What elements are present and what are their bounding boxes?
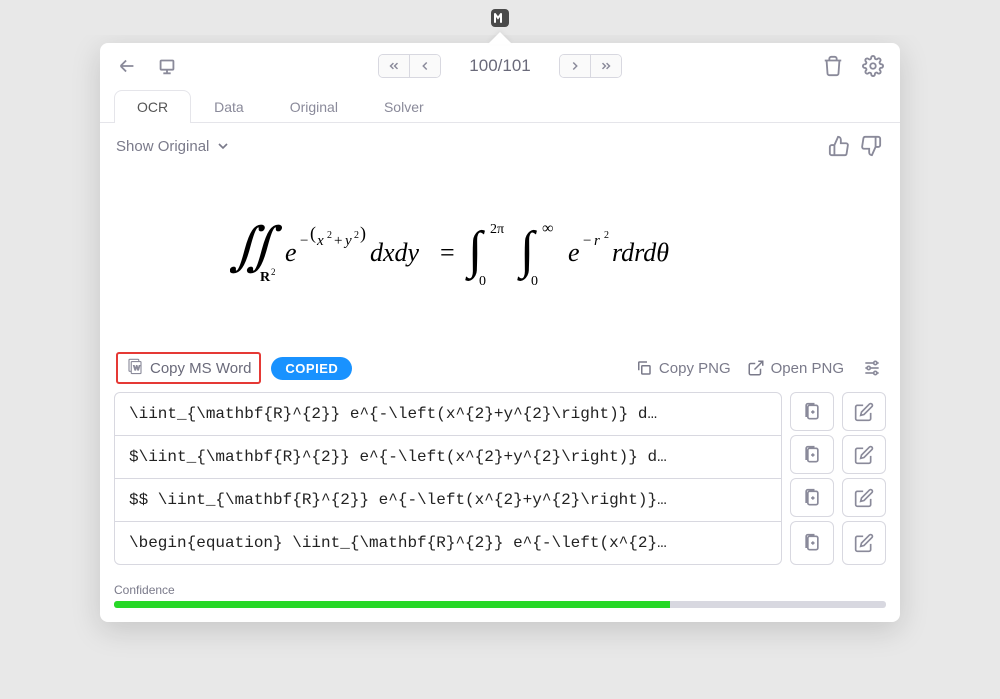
page-indicator: 100/101: [449, 56, 550, 76]
svg-text:e: e: [285, 238, 297, 267]
app-icon[interactable]: [488, 6, 512, 30]
next-page-button[interactable]: [560, 55, 590, 77]
external-link-icon: [747, 359, 765, 377]
crop-button[interactable]: [154, 53, 180, 79]
copy-latex-button[interactable]: [790, 392, 834, 431]
subbar: Show Original: [100, 123, 900, 169]
latex-rows: \iint_{\mathbf{R}^{2}} e^{-\left(x^{2}+y…: [100, 392, 900, 577]
svg-text:−: −: [300, 233, 308, 249]
svg-text:2: 2: [354, 230, 359, 241]
copy-latex-button[interactable]: [790, 521, 834, 565]
latex-row: \iint_{\mathbf{R}^{2}} e^{-\left(x^{2}+y…: [114, 392, 886, 431]
svg-text:∫: ∫: [517, 222, 537, 281]
settings-button[interactable]: [860, 53, 886, 79]
svg-text:R: R: [260, 270, 271, 285]
copy-ms-word-button[interactable]: W Copy MS Word: [116, 352, 261, 384]
actions-bar: W Copy MS Word COPIED Copy PNG Open PNG: [100, 344, 900, 392]
equation-display: ∬ R 2 e − ( x 2 + y 2 ) dxdy = ∫ 2π 0 ∫ …: [100, 169, 900, 344]
prev-nav-group: [378, 54, 441, 78]
thumbs-up-button[interactable]: [826, 133, 852, 159]
tab-original[interactable]: Original: [267, 90, 361, 123]
chevron-down-icon: [215, 138, 231, 154]
delete-button[interactable]: [820, 53, 846, 79]
confidence-label: Confidence: [114, 583, 886, 597]
tab-data[interactable]: Data: [191, 90, 267, 123]
svg-text:∫: ∫: [465, 222, 485, 281]
confidence-bar: [114, 601, 886, 608]
svg-text:=: =: [440, 238, 455, 267]
edit-latex-button[interactable]: [842, 435, 886, 474]
svg-text:0: 0: [479, 274, 486, 289]
show-original-toggle[interactable]: Show Original: [116, 138, 231, 155]
svg-text:r: r: [594, 233, 600, 249]
svg-text:∞: ∞: [542, 220, 553, 237]
edit-latex-button[interactable]: [842, 521, 886, 565]
latex-row: $\iint_{\mathbf{R}^{2}} e^{-\left(x^{2}+…: [114, 435, 886, 474]
latex-row: \begin{equation} \iint_{\mathbf{R}^{2}} …: [114, 521, 886, 565]
svg-text:0: 0: [531, 274, 538, 289]
copied-badge: COPIED: [271, 357, 352, 380]
edit-latex-button[interactable]: [842, 478, 886, 517]
svg-text:2: 2: [271, 267, 276, 277]
next-nav-group: [559, 54, 622, 78]
tab-ocr[interactable]: OCR: [114, 90, 191, 123]
app-window: 100/101 OCRDataOriginalSolver Show Origi…: [100, 43, 900, 622]
svg-text:−: −: [583, 233, 591, 249]
latex-row: $$ \iint_{\mathbf{R}^{2}} e^{-\left(x^{2…: [114, 478, 886, 517]
copy-png-button[interactable]: Copy PNG: [635, 359, 731, 377]
svg-text:2: 2: [604, 230, 609, 241]
svg-text:2π: 2π: [490, 222, 504, 237]
toolbar: 100/101: [100, 43, 900, 89]
latex-text[interactable]: $\iint_{\mathbf{R}^{2}} e^{-\left(x^{2}+…: [114, 435, 782, 479]
svg-text:W: W: [134, 365, 141, 372]
format-settings-button[interactable]: [860, 356, 884, 380]
copy-icon: [635, 359, 653, 377]
open-png-label: Open PNG: [771, 360, 844, 377]
last-page-button[interactable]: [590, 55, 621, 77]
prev-page-button[interactable]: [409, 55, 440, 77]
svg-text:rdrdθ: rdrdθ: [612, 238, 669, 267]
first-page-button[interactable]: [379, 55, 409, 77]
back-button[interactable]: [114, 53, 140, 79]
confidence-section: Confidence: [100, 577, 900, 622]
copy-word-label: Copy MS Word: [150, 360, 251, 377]
copy-png-label: Copy PNG: [659, 360, 731, 377]
tabs: OCRDataOriginalSolver: [100, 89, 900, 123]
svg-text:): ): [360, 223, 366, 244]
svg-text:2: 2: [327, 230, 332, 241]
latex-text[interactable]: \iint_{\mathbf{R}^{2}} e^{-\left(x^{2}+y…: [114, 392, 782, 436]
latex-text[interactable]: $$ \iint_{\mathbf{R}^{2}} e^{-\left(x^{2…: [114, 478, 782, 522]
open-png-button[interactable]: Open PNG: [747, 359, 844, 377]
svg-text:dxdy: dxdy: [370, 238, 420, 267]
copy-latex-button[interactable]: [790, 478, 834, 517]
svg-text:x: x: [316, 233, 324, 249]
svg-text:+: +: [334, 233, 342, 249]
tab-solver[interactable]: Solver: [361, 90, 447, 123]
svg-text:e: e: [568, 238, 580, 267]
svg-text:y: y: [343, 233, 352, 249]
svg-text:(: (: [310, 223, 316, 244]
edit-latex-button[interactable]: [842, 392, 886, 431]
thumbs-down-button[interactable]: [858, 133, 884, 159]
latex-text[interactable]: \begin{equation} \iint_{\mathbf{R}^{2}} …: [114, 521, 782, 565]
confidence-fill: [114, 601, 670, 608]
show-original-label: Show Original: [116, 138, 209, 155]
word-icon: W: [126, 357, 144, 379]
copy-latex-button[interactable]: [790, 435, 834, 474]
